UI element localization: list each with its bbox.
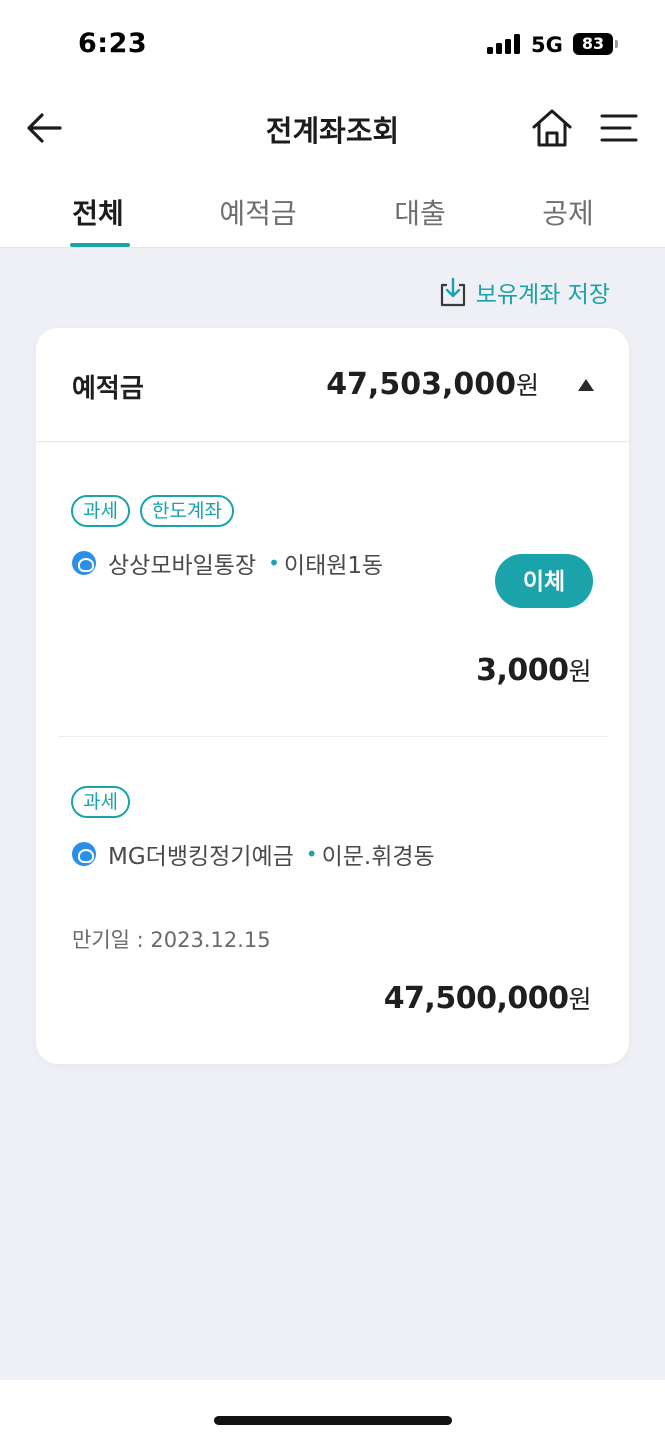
section-total-value: 47,503,000 (326, 367, 516, 402)
card-header[interactable]: 예적금 47,503,000원 (36, 328, 629, 442)
transfer-button[interactable]: 이체 (495, 554, 593, 608)
tab-loans[interactable]: 대출 (355, 192, 485, 232)
section-label: 예적금 (72, 374, 144, 404)
download-icon (440, 277, 465, 307)
account-balance: 3,000원 (476, 652, 591, 688)
account-name: 상상모바일통장 (108, 553, 257, 579)
balance-value: 47,500,000 (383, 981, 569, 1016)
bank-logo-icon (72, 842, 96, 866)
home-button[interactable] (529, 105, 575, 151)
tab-all[interactable]: 전체 (33, 192, 163, 232)
menu-button[interactable] (598, 108, 640, 148)
account-balance: 47,500,000원 (383, 980, 592, 1016)
account-branch: 이태원1동 (283, 553, 384, 579)
section-total-unit: 원 (515, 371, 539, 400)
balance-unit: 원 (568, 657, 591, 686)
tag-limit-account: 한도계좌 (140, 495, 234, 527)
account-row[interactable]: 상상모바일통장 • 이태원1동 (72, 546, 383, 580)
account-row[interactable]: MG더뱅킹정기예금 • 이문.휘경동 (72, 837, 435, 871)
maturity-date: 만기일 : 2023.12.15 (72, 928, 271, 952)
battery-icon: 83 (573, 33, 613, 55)
network-label: 5G (531, 33, 563, 57)
save-accounts-link[interactable]: 보유계좌 저장 (438, 274, 610, 310)
account-name: MG더뱅킹정기예금 (108, 844, 294, 870)
menu-icon (600, 114, 638, 142)
section-total: 47,503,000원 (326, 366, 539, 402)
divider (58, 736, 607, 737)
status-time: 6:23 (78, 28, 148, 59)
save-accounts-label: 보유계좌 저장 (475, 282, 610, 308)
tab-insurance[interactable]: 공제 (503, 192, 633, 232)
triangle-up-icon[interactable] (577, 378, 595, 392)
tab-indicator (70, 243, 130, 247)
deposit-card: 예적금 47,503,000원 과세 한도계좌 상상모바일통장 • 이태원1동 이체… (36, 328, 629, 1064)
balance-unit: 원 (568, 985, 591, 1014)
tag-taxable: 과세 (71, 495, 130, 527)
account-branch: 이문.휘경동 (321, 844, 435, 870)
battery-tip (615, 40, 618, 48)
home-indicator[interactable] (214, 1416, 452, 1425)
bottom-safe-area (0, 1380, 665, 1440)
tab-deposits[interactable]: 예적금 (193, 192, 323, 232)
balance-value: 3,000 (476, 653, 569, 688)
separator-dot: • (268, 551, 280, 575)
bank-logo-icon (72, 551, 96, 575)
tag-taxable: 과세 (71, 786, 130, 818)
home-icon (532, 109, 572, 147)
signal-icon (487, 34, 521, 54)
separator-dot: • (305, 842, 318, 866)
